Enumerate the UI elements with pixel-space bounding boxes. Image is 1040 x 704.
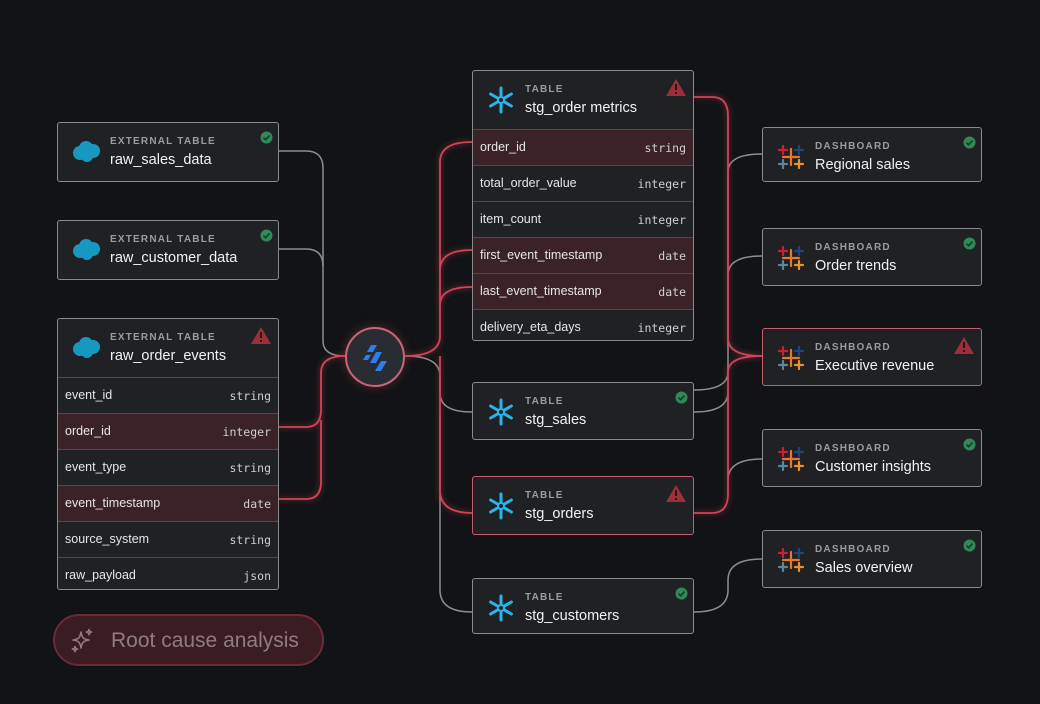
edge-hub-to-stg-orders <box>439 356 473 514</box>
edge-stg-orders-to-insights <box>727 458 763 481</box>
warning-triangle-icon <box>666 79 686 96</box>
check-circle-icon <box>963 237 976 250</box>
node-title: Regional sales <box>815 157 911 173</box>
node-raw-customer-data[interactable]: EXTERNAL TABLE raw_customer_data <box>57 220 279 280</box>
edge-customers-to-overview <box>693 558 763 613</box>
lineage-hub-logo <box>363 345 387 371</box>
node-title: stg_sales <box>525 412 587 428</box>
edge-event-timestamp-to-hub <box>279 420 322 500</box>
snowflake-logo <box>489 86 513 114</box>
snowflake-logo <box>489 594 513 622</box>
edge-hub-to-first-timestamp <box>439 249 473 271</box>
field-row-impacted[interactable]: event_timestamp date <box>58 485 278 521</box>
root-cause-analysis-label: Root cause analysis <box>111 629 299 652</box>
tableau-logo <box>777 144 805 170</box>
salesforce-logo <box>73 141 100 162</box>
node-stg-order-metrics[interactable]: TABLE stg_order metrics order_id string t… <box>472 70 694 341</box>
node-order-trends[interactable]: DASHBOARD Order trends <box>762 228 982 286</box>
node-type-label: DASHBOARD <box>815 141 891 152</box>
node-type-label: DASHBOARD <box>815 242 891 253</box>
node-title: Executive revenue <box>815 358 935 374</box>
warning-triangle-icon <box>954 337 974 354</box>
field-row-impacted[interactable]: first_event_timestamp date <box>473 237 693 273</box>
node-title: stg_order metrics <box>525 100 638 116</box>
node-regional-sales[interactable]: DASHBOARD Regional sales <box>762 127 982 182</box>
edge-stg-orders-to-executive <box>694 355 763 514</box>
root-cause-analysis-button[interactable]: Root cause analysis <box>53 614 324 666</box>
node-executive-revenue[interactable]: DASHBOARD Executive revenue <box>762 328 982 386</box>
check-circle-icon <box>963 438 976 451</box>
warning-triangle-icon <box>251 327 271 344</box>
node-type-label: TABLE <box>525 84 564 95</box>
field-row[interactable]: raw_payload json <box>58 557 278 593</box>
field-row-impacted[interactable]: order_id integer <box>58 413 278 449</box>
salesforce-logo <box>73 239 100 260</box>
edge-metrics-to-order-trends <box>727 255 763 276</box>
node-title: Customer insights <box>815 459 932 475</box>
node-type-label: DASHBOARD <box>815 342 891 353</box>
node-title: raw_customer_data <box>110 250 238 266</box>
snowflake-logo <box>489 492 513 520</box>
check-circle-icon <box>260 131 273 144</box>
field-row[interactable]: total_order_value integer <box>473 165 693 201</box>
node-customer-insights[interactable]: DASHBOARD Customer insights <box>762 429 982 487</box>
node-title: Sales overview <box>815 560 913 576</box>
field-row[interactable]: event_type string <box>58 449 278 485</box>
node-raw-sales-data[interactable]: EXTERNAL TABLE raw_sales_data <box>57 122 279 182</box>
check-circle-icon <box>963 136 976 149</box>
node-type-label: TABLE <box>525 396 564 407</box>
check-circle-icon <box>260 229 273 242</box>
node-type-label: DASHBOARD <box>815 443 891 454</box>
edge-hub-to-stg-sales <box>404 355 473 413</box>
node-type-label: TABLE <box>525 592 564 603</box>
node-stg-customers[interactable]: TABLE stg_customers <box>472 578 694 634</box>
tableau-logo <box>777 547 805 573</box>
node-title: stg_customers <box>525 608 620 624</box>
check-circle-icon <box>675 391 688 404</box>
node-type-label: EXTERNAL TABLE <box>110 234 216 245</box>
field-row[interactable]: source_system string <box>58 521 278 557</box>
node-stg-sales[interactable]: TABLE stg_sales <box>472 382 694 440</box>
field-row[interactable]: delivery_eta_days integer <box>473 309 693 345</box>
node-stg-orders[interactable]: TABLE stg_orders <box>472 476 694 535</box>
edge-metrics-to-executive <box>694 96 763 357</box>
field-row-impacted[interactable]: order_id string <box>473 129 693 165</box>
edge-raw-customer-to-hub <box>279 248 324 267</box>
field-row[interactable]: event_id string <box>58 377 278 413</box>
node-title: raw_sales_data <box>110 152 212 168</box>
node-type-label: EXTERNAL TABLE <box>110 136 216 147</box>
tableau-logo <box>777 345 805 371</box>
check-circle-icon <box>675 587 688 600</box>
node-type-label: EXTERNAL TABLE <box>110 332 216 343</box>
edge-order-id-to-hub <box>279 355 346 428</box>
node-title: stg_orders <box>525 506 594 522</box>
field-row[interactable]: item_count integer <box>473 201 693 237</box>
node-title: raw_order_events <box>110 348 227 364</box>
snowflake-logo <box>489 398 513 426</box>
sparkle-icon <box>71 628 93 653</box>
tableau-logo <box>777 446 805 472</box>
check-circle-icon <box>963 539 976 552</box>
field-row-impacted[interactable]: last_event_timestamp date <box>473 273 693 309</box>
node-raw-order-events[interactable]: EXTERNAL TABLE raw_order_events event_id… <box>57 318 279 590</box>
node-type-label: TABLE <box>525 490 564 501</box>
edge-metrics-to-regional <box>693 153 763 391</box>
node-sales-overview[interactable]: DASHBOARD Sales overview <box>762 530 982 588</box>
warning-triangle-icon <box>666 485 686 502</box>
edge-stg-sales-to-dashboards <box>693 391 729 413</box>
edge-raw-sales-to-hub <box>279 150 346 357</box>
edge-hub-to-last-timestamp <box>439 286 473 306</box>
tableau-logo <box>777 245 805 271</box>
lineage-hub[interactable] <box>345 327 405 387</box>
node-type-label: DASHBOARD <box>815 544 891 555</box>
edge-hub-to-stg-customers <box>439 412 473 613</box>
node-title: Order trends <box>815 258 897 274</box>
edge-hub-to-order-id <box>404 141 473 357</box>
salesforce-logo <box>73 337 100 358</box>
lineage-canvas: EXTERNAL TABLE raw_sales_data EXTERNAL T… <box>0 0 1040 704</box>
